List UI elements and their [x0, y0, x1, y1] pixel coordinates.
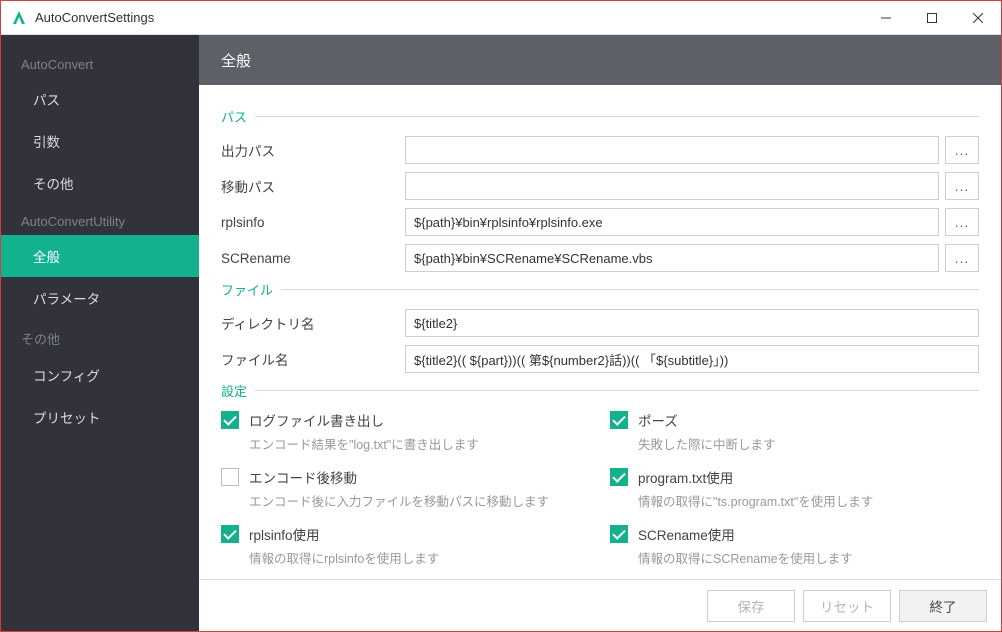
section-title: 設定 [221, 381, 247, 400]
save-button[interactable]: 保存 [707, 590, 795, 622]
checkbox-icon[interactable] [610, 411, 628, 429]
page-header: 全般 [199, 35, 1001, 85]
checkbox-label: ログファイル書き出し [249, 410, 384, 430]
field-label: SCRename [221, 251, 405, 266]
reset-button[interactable]: リセット [803, 590, 891, 622]
row-screname: SCRename ... [221, 244, 979, 272]
checkbox-icon[interactable] [610, 525, 628, 543]
window-title: AutoConvertSettings [35, 10, 863, 25]
move-path-input[interactable] [405, 172, 939, 200]
checkbox-label: program.txt使用 [638, 467, 733, 487]
footer: 保存 リセット 終了 [199, 579, 1001, 631]
checkbox-icon[interactable] [610, 468, 628, 486]
row-file-name: ファイル名 [221, 345, 979, 373]
section-header-file: ファイル [221, 280, 979, 299]
checkbox-icon[interactable] [221, 468, 239, 486]
checkbox-log-output[interactable]: ログファイル書き出し エンコード結果を"log.txt"に書き出します [221, 410, 590, 453]
row-directory-name: ディレクトリ名 [221, 309, 979, 337]
section-header-path: パス [221, 107, 979, 126]
checkbox-rplsinfo-use[interactable]: rplsinfo使用 情報の取得にrplsinfoを使用します [221, 524, 590, 567]
maximize-button[interactable] [909, 1, 955, 34]
close-button[interactable] [955, 1, 1001, 34]
sidebar-item-preset[interactable]: プリセット [1, 396, 199, 438]
checkbox-label: ポーズ [638, 410, 678, 430]
row-move-path: 移動パス ... [221, 172, 979, 200]
field-label: ディレクトリ名 [221, 313, 405, 333]
form-scroll[interactable]: パス 出力パス ... 移動パス ... [199, 85, 1001, 579]
divider [281, 289, 979, 290]
row-rplsinfo: rplsinfo ... [221, 208, 979, 236]
sidebar-item-other1[interactable]: その他 [1, 162, 199, 204]
checkbox-screname-use[interactable]: SCRename使用 情報の取得にSCRenameを使用します [610, 524, 979, 567]
sidebar-item-parameter[interactable]: パラメータ [1, 277, 199, 319]
checkbox-desc: エンコード結果を"log.txt"に書き出します [249, 434, 590, 453]
sidebar-item-args[interactable]: 引数 [1, 120, 199, 162]
browse-button[interactable]: ... [945, 244, 979, 272]
field-label: 移動パス [221, 176, 405, 196]
checkbox-desc: 情報の取得にrplsinfoを使用します [249, 548, 590, 567]
sidebar-group: その他 [1, 319, 199, 354]
checkbox-programtxt-use[interactable]: program.txt使用 情報の取得に"ts.program.txt"を使用し… [610, 467, 979, 510]
checkbox-icon[interactable] [221, 411, 239, 429]
titlebar: AutoConvertSettings [1, 1, 1001, 35]
checkbox-encode-move[interactable]: エンコード後移動 エンコード後に入力ファイルを移動パスに移動します [221, 467, 590, 510]
checkbox-pause[interactable]: ポーズ 失敗した際に中断します [610, 410, 979, 453]
sidebar-item-general[interactable]: 全般 [1, 235, 199, 277]
minimize-button[interactable] [863, 1, 909, 34]
close-button-footer[interactable]: 終了 [899, 590, 987, 622]
browse-button[interactable]: ... [945, 136, 979, 164]
sidebar-group: AutoConvertUtility [1, 204, 199, 235]
sidebar-group: AutoConvert [1, 47, 199, 78]
checkbox-label: rplsinfo使用 [249, 524, 320, 544]
sidebar: AutoConvert パス 引数 その他 AutoConvertUtility… [1, 35, 199, 631]
rplsinfo-input[interactable] [405, 208, 939, 236]
screname-input[interactable] [405, 244, 939, 272]
checkbox-label: SCRename使用 [638, 524, 735, 544]
browse-button[interactable]: ... [945, 172, 979, 200]
checkbox-desc: 失敗した際に中断します [638, 434, 979, 453]
app-icon [11, 10, 27, 26]
row-output-path: 出力パス ... [221, 136, 979, 164]
field-label: rplsinfo [221, 215, 405, 230]
sidebar-item-config[interactable]: コンフィグ [1, 354, 199, 396]
page-title: 全般 [221, 50, 251, 71]
checkbox-icon[interactable] [221, 525, 239, 543]
section-title: パス [221, 107, 247, 126]
file-name-input[interactable] [405, 345, 979, 373]
checkbox-desc: エンコード後に入力ファイルを移動パスに移動します [249, 491, 590, 510]
sidebar-item-path[interactable]: パス [1, 78, 199, 120]
browse-button[interactable]: ... [945, 208, 979, 236]
divider [255, 390, 979, 391]
directory-name-input[interactable] [405, 309, 979, 337]
checkbox-desc: 情報の取得にSCRenameを使用します [638, 548, 979, 567]
section-title: ファイル [221, 280, 273, 299]
checkbox-label: エンコード後移動 [249, 467, 357, 487]
divider [255, 116, 979, 117]
field-label: ファイル名 [221, 349, 405, 369]
field-label: 出力パス [221, 140, 405, 160]
output-path-input[interactable] [405, 136, 939, 164]
checkbox-desc: 情報の取得に"ts.program.txt"を使用します [638, 491, 979, 510]
section-header-settings: 設定 [221, 381, 979, 400]
